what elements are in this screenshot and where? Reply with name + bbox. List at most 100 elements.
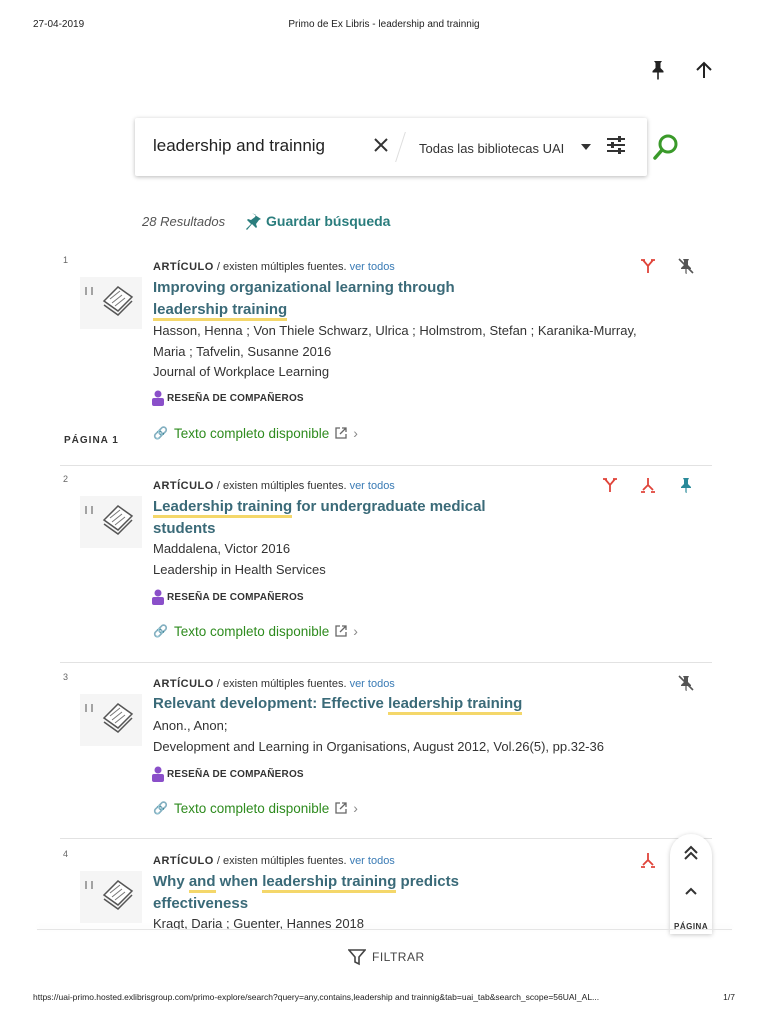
result-actions — [640, 258, 694, 274]
peer-review-label: RESEÑA DE COMPAÑEROS — [167, 591, 304, 603]
peer-review-icon — [152, 390, 164, 406]
top-actions — [646, 58, 716, 82]
thumbnail-icon — [80, 496, 142, 548]
see-all-link[interactable]: ver todos — [350, 855, 395, 867]
peer-review-icon — [152, 766, 164, 782]
divider — [395, 132, 406, 162]
result-number: 3 — [63, 672, 69, 682]
result-authors: Maddalena, Victor 2016 — [153, 541, 291, 556]
peer-review-icon — [152, 589, 164, 605]
see-all-link[interactable]: ver todos — [350, 678, 395, 690]
search-icon[interactable] — [652, 133, 680, 166]
filter-button[interactable]: FILTRAR — [348, 948, 425, 966]
result-item[interactable]: 2 ARTÍCULO / existen múltiples fuentes. … — [60, 474, 712, 654]
close-icon[interactable] — [371, 135, 391, 160]
result-actions — [678, 675, 694, 691]
result-source: Journal of Workplace Learning — [153, 364, 330, 379]
result-authors: Hasson, Henna ; Von Thiele Schwarz, Ulri… — [153, 323, 637, 359]
see-all-link[interactable]: ver todos — [350, 261, 395, 273]
peer-review-badge: RESEÑA DE COMPAÑEROS — [151, 766, 304, 782]
unpin-icon[interactable] — [678, 675, 694, 691]
title-highlight: and — [188, 873, 216, 893]
result-type-line: ARTÍCULO / existen múltiples fuentes. ve… — [153, 855, 395, 867]
pin-icon — [246, 213, 261, 230]
title-text: Improving organizational learning throug… — [153, 279, 455, 296]
pin-icon[interactable] — [678, 477, 694, 493]
see-all-link[interactable]: ver todos — [350, 480, 395, 492]
result-type-line: ARTÍCULO / existen múltiples fuentes. ve… — [153, 261, 395, 273]
result-type: ARTÍCULO — [153, 678, 214, 690]
divider — [60, 662, 712, 663]
title-text: when — [215, 873, 263, 890]
result-item[interactable]: 3 ARTÍCULO / existen múltiples fuentes. … — [60, 672, 712, 832]
scope-select[interactable]: Todas las bibliotecas UAI — [419, 141, 564, 156]
result-item[interactable]: 4 ARTÍCULO / existen múltiples fuentes. … — [60, 849, 712, 929]
result-type: ARTÍCULO — [153, 480, 214, 492]
fulltext-link[interactable]: 🔗 Texto completo disponible › — [153, 425, 358, 441]
chevron-right-icon: › — [353, 623, 358, 639]
print-page-number: 1/7 — [723, 992, 735, 1002]
filter-label: FILTRAR — [372, 950, 425, 964]
result-title[interactable]: Improving organizational learning throug… — [153, 277, 623, 321]
divider — [60, 838, 712, 839]
chevron-up-icon[interactable] — [682, 882, 700, 905]
search-input[interactable]: leadership and trainnig — [153, 136, 325, 156]
result-item[interactable]: 1 ARTÍCULO / existen múltiples fuentes. … — [60, 255, 712, 455]
print-url: https://uai-primo.hosted.exlibrisgroup.c… — [33, 992, 600, 1002]
result-actions — [602, 477, 694, 493]
fulltext-label: Texto completo disponible — [173, 800, 330, 816]
chevron-down-icon[interactable] — [581, 144, 591, 150]
results-count: 28 Resultados — [142, 214, 226, 229]
save-search-label: Guardar búsqueda — [266, 213, 391, 229]
pin-icon[interactable] — [646, 58, 670, 82]
result-source: Leadership in Health Services — [153, 562, 326, 577]
cited-by-icon[interactable] — [602, 477, 618, 493]
fulltext-link[interactable]: 🔗 Texto completo disponible › — [153, 623, 358, 639]
title-highlight: leadership training — [153, 301, 288, 321]
save-search-button[interactable]: Guardar búsqueda — [246, 212, 390, 230]
thumbnail-icon — [80, 871, 142, 923]
double-chevron-up-icon[interactable] — [682, 844, 700, 867]
external-link-icon — [335, 427, 347, 439]
result-type: ARTÍCULO — [153, 261, 214, 273]
link-icon: 🔗 — [153, 624, 168, 638]
peer-review-badge: RESEÑA DE COMPAÑEROS — [151, 390, 304, 406]
peer-review-label: RESEÑA DE COMPAÑEROS — [167, 768, 304, 780]
result-type-line: ARTÍCULO / existen múltiples fuentes. ve… — [153, 480, 395, 492]
title-text: Relevant development: Effective — [153, 695, 389, 712]
result-sources: / existen múltiples fuentes. — [213, 261, 350, 273]
result-number: 1 — [63, 255, 69, 265]
page-navigation: PÁGINA — [670, 834, 712, 934]
title-text: Why — [153, 873, 189, 890]
result-sources: / existen múltiples fuentes. — [213, 678, 350, 690]
result-type: ARTÍCULO — [153, 855, 214, 867]
chevron-right-icon: › — [353, 800, 358, 816]
result-title[interactable]: Why and when leadership training predict… — [153, 871, 483, 915]
filter-bar-divider — [37, 929, 732, 930]
chevron-right-icon: › — [353, 425, 358, 441]
peer-review-badge: RESEÑA DE COMPAÑEROS — [151, 589, 304, 605]
result-source: Development and Learning in Organisation… — [153, 739, 604, 754]
result-sources: / existen múltiples fuentes. — [213, 480, 350, 492]
title-highlight: leadership training — [388, 695, 523, 715]
title-highlight: leadership training — [262, 873, 397, 893]
result-title[interactable]: Leadership training for undergraduate me… — [153, 496, 493, 540]
cited-by-icon[interactable] — [640, 258, 656, 274]
result-title[interactable]: Relevant development: Effective leadersh… — [153, 693, 653, 715]
fulltext-link[interactable]: 🔗 Texto completo disponible › — [153, 800, 358, 816]
citation-icon[interactable] — [640, 477, 656, 493]
title-highlight: Leadership training — [153, 498, 293, 518]
fulltext-label: Texto completo disponible — [173, 623, 330, 639]
link-icon: 🔗 — [153, 426, 168, 440]
tune-icon[interactable] — [606, 135, 626, 160]
fulltext-label: Texto completo disponible — [173, 425, 330, 441]
result-number: 4 — [63, 849, 69, 859]
citation-icon[interactable] — [640, 852, 656, 868]
result-type-line: ARTÍCULO / existen múltiples fuentes. ve… — [153, 678, 395, 690]
thumbnail-icon — [80, 694, 142, 746]
search-bar: leadership and trainnig Todas las biblio… — [135, 118, 647, 176]
unpin-icon[interactable] — [678, 258, 694, 274]
arrow-up-icon[interactable] — [692, 58, 716, 82]
thumbnail-icon — [80, 277, 142, 329]
result-authors: Kragt, Daria ; Guenter, Hannes 2018 — [153, 916, 365, 929]
